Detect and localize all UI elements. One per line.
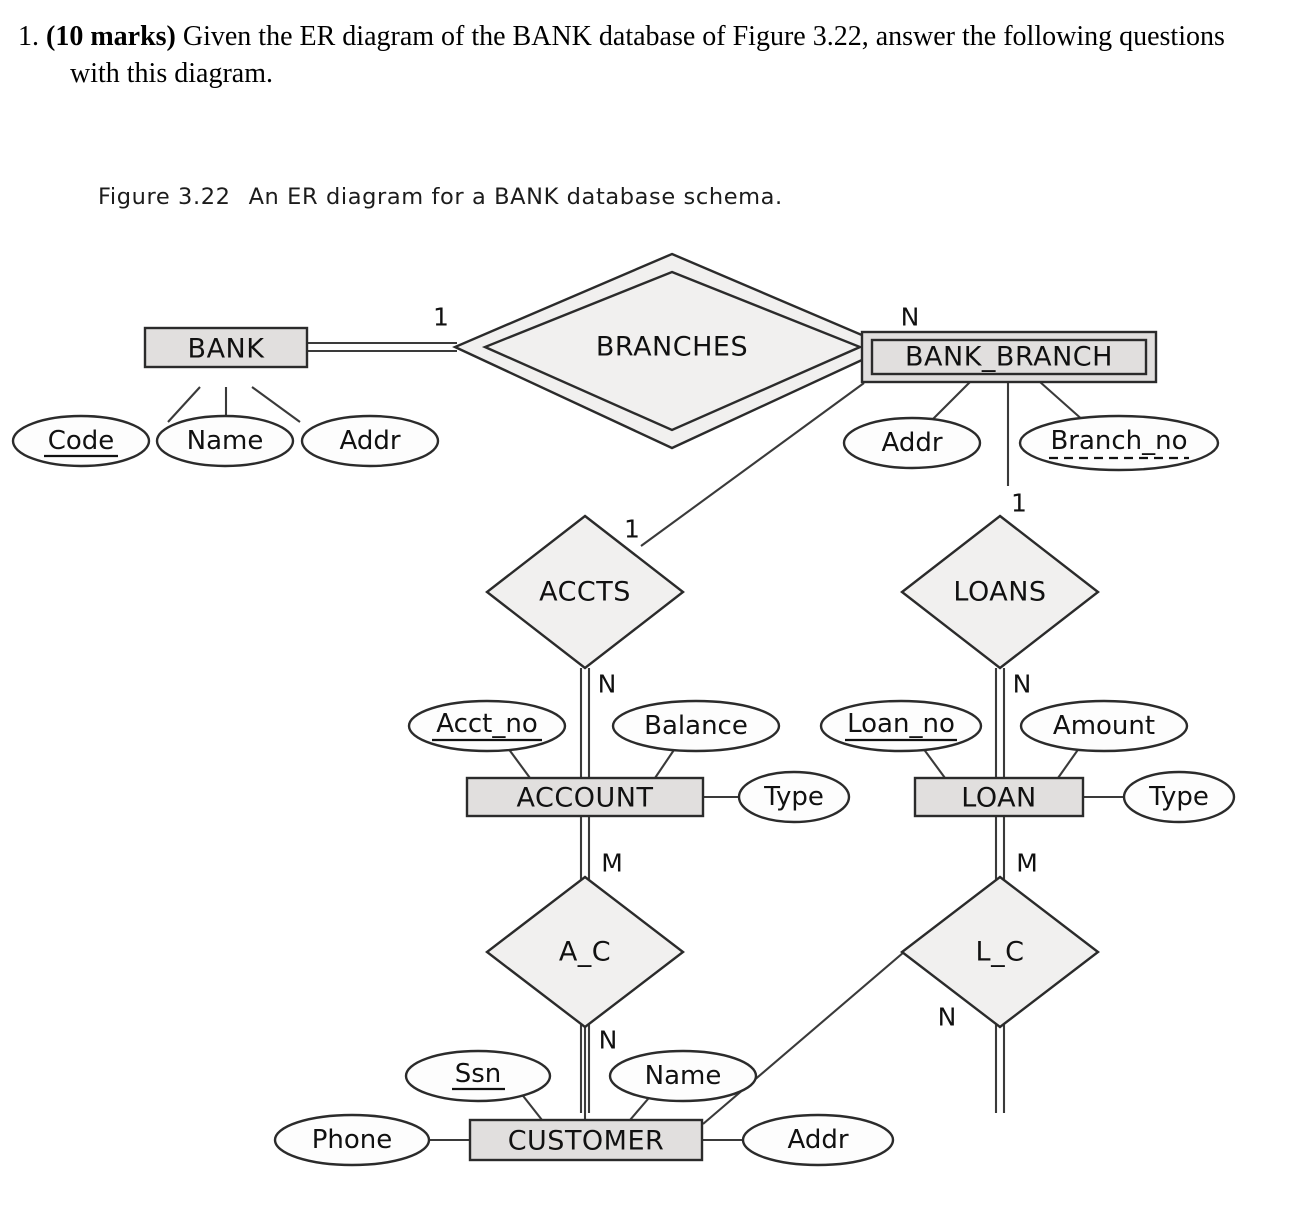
cardinality-loans-top: 1 [1011, 489, 1027, 518]
figure-label: Figure 3.22 [98, 184, 231, 210]
entity-account-label: ACCOUNT [517, 783, 654, 814]
cardinality-lc-bottom: N [938, 1003, 957, 1032]
attribute-cust-ssn-label: Ssn [455, 1059, 502, 1089]
question-number: 1. [18, 21, 39, 52]
attribute-loan-amount-label: Amount [1053, 711, 1155, 741]
relationship-a-c-label: A_C [559, 937, 611, 968]
cardinality-accts-bottom: N [598, 670, 617, 699]
relationship-accts[interactable]: ACCTS [485, 514, 685, 670]
cardinality-bank-branches: 1 [433, 303, 449, 332]
attribute-branch-addr[interactable]: Addr [842, 416, 982, 470]
attribute-acct-no[interactable]: Acct_no [407, 699, 567, 753]
er-diagram: BANK Code Name Addr BRANCHES 1 N BANK_BR… [0, 236, 1292, 1206]
attribute-cust-phone-label: Phone [312, 1125, 393, 1155]
figure-caption-text: An ER diagram for a BANK database schema… [248, 184, 783, 210]
relationship-branches-label: BRANCHES [596, 332, 748, 363]
question-marks: (10 marks) [46, 21, 176, 52]
relationship-accts-label: ACCTS [539, 577, 631, 608]
question-block: 1. (10 marks) Given the ER diagram of th… [18, 18, 1276, 92]
attribute-branch-no[interactable]: Branch_no [1018, 414, 1220, 472]
relationship-l-c-label: L_C [976, 937, 1025, 968]
attribute-cust-name-label: Name [645, 1061, 722, 1091]
attribute-cust-phone[interactable]: Phone [273, 1113, 431, 1167]
attribute-acct-type-label: Type [763, 782, 824, 812]
cardinality-lc-top: M [1016, 849, 1038, 878]
cardinality-ac-bottom: N [599, 1026, 618, 1055]
attribute-loan-type-label: Type [1148, 782, 1209, 812]
attribute-bank-code[interactable]: Code [11, 414, 151, 468]
cardinality-ac-top: M [601, 849, 623, 878]
question-text: Given the ER diagram of the BANK databas… [70, 21, 1225, 90]
entity-bank-branch-label: BANK_BRANCH [905, 342, 1113, 373]
relationship-loans-label: LOANS [953, 577, 1046, 608]
figure-caption: Figure 3.22 An ER diagram for a BANK data… [98, 184, 783, 210]
relationship-a-c[interactable]: A_C [485, 875, 685, 1029]
entity-loan[interactable]: LOAN [913, 776, 1085, 818]
entity-bank-label: BANK [188, 334, 266, 365]
attribute-branch-addr-label: Addr [881, 428, 942, 458]
line-accts-account [579, 668, 591, 778]
attribute-acct-no-label: Acct_no [436, 709, 538, 739]
line-lc-customer [702, 951, 905, 1125]
cardinality-accts-top: 1 [624, 515, 640, 544]
attribute-cust-addr-label: Addr [787, 1125, 848, 1155]
attribute-bank-code-label: Code [48, 426, 115, 456]
attribute-branch-no-label: Branch_no [1050, 426, 1187, 456]
entity-bank-branch[interactable]: BANK_BRANCH [860, 330, 1158, 384]
attribute-bank-name-label: Name [187, 426, 264, 456]
relationship-l-c[interactable]: L_C [900, 875, 1100, 1029]
cardinality-branches-bank-branch: N [901, 303, 920, 332]
attribute-loan-amount[interactable]: Amount [1019, 699, 1189, 753]
attribute-bank-addr[interactable]: Addr [300, 414, 440, 468]
attribute-acct-type[interactable]: Type [737, 770, 851, 824]
entity-bank[interactable]: BANK [143, 326, 309, 369]
relationship-loans[interactable]: LOANS [900, 514, 1100, 670]
attribute-cust-name[interactable]: Name [608, 1049, 758, 1103]
cardinality-loans-bottom: N [1013, 670, 1032, 699]
line-loans-loan [994, 668, 1006, 778]
attribute-bank-name[interactable]: Name [155, 414, 295, 468]
relationship-branches[interactable]: BRANCHES [452, 252, 893, 450]
attribute-loan-no-label: Loan_no [847, 709, 955, 739]
entity-customer-label: CUSTOMER [508, 1126, 665, 1157]
attribute-cust-addr[interactable]: Addr [741, 1113, 895, 1167]
entity-customer[interactable]: CUSTOMER [468, 1118, 704, 1162]
entity-account[interactable]: ACCOUNT [465, 776, 705, 818]
attribute-acct-balance[interactable]: Balance [611, 699, 781, 753]
attribute-loan-type[interactable]: Type [1122, 770, 1236, 824]
attribute-acct-balance-label: Balance [644, 711, 748, 741]
attribute-loan-no[interactable]: Loan_no [819, 699, 983, 753]
line-bank-branches [307, 341, 457, 353]
entity-loan-label: LOAN [961, 783, 1037, 814]
attribute-bank-addr-label: Addr [339, 426, 400, 456]
attribute-cust-ssn[interactable]: Ssn [404, 1049, 552, 1103]
